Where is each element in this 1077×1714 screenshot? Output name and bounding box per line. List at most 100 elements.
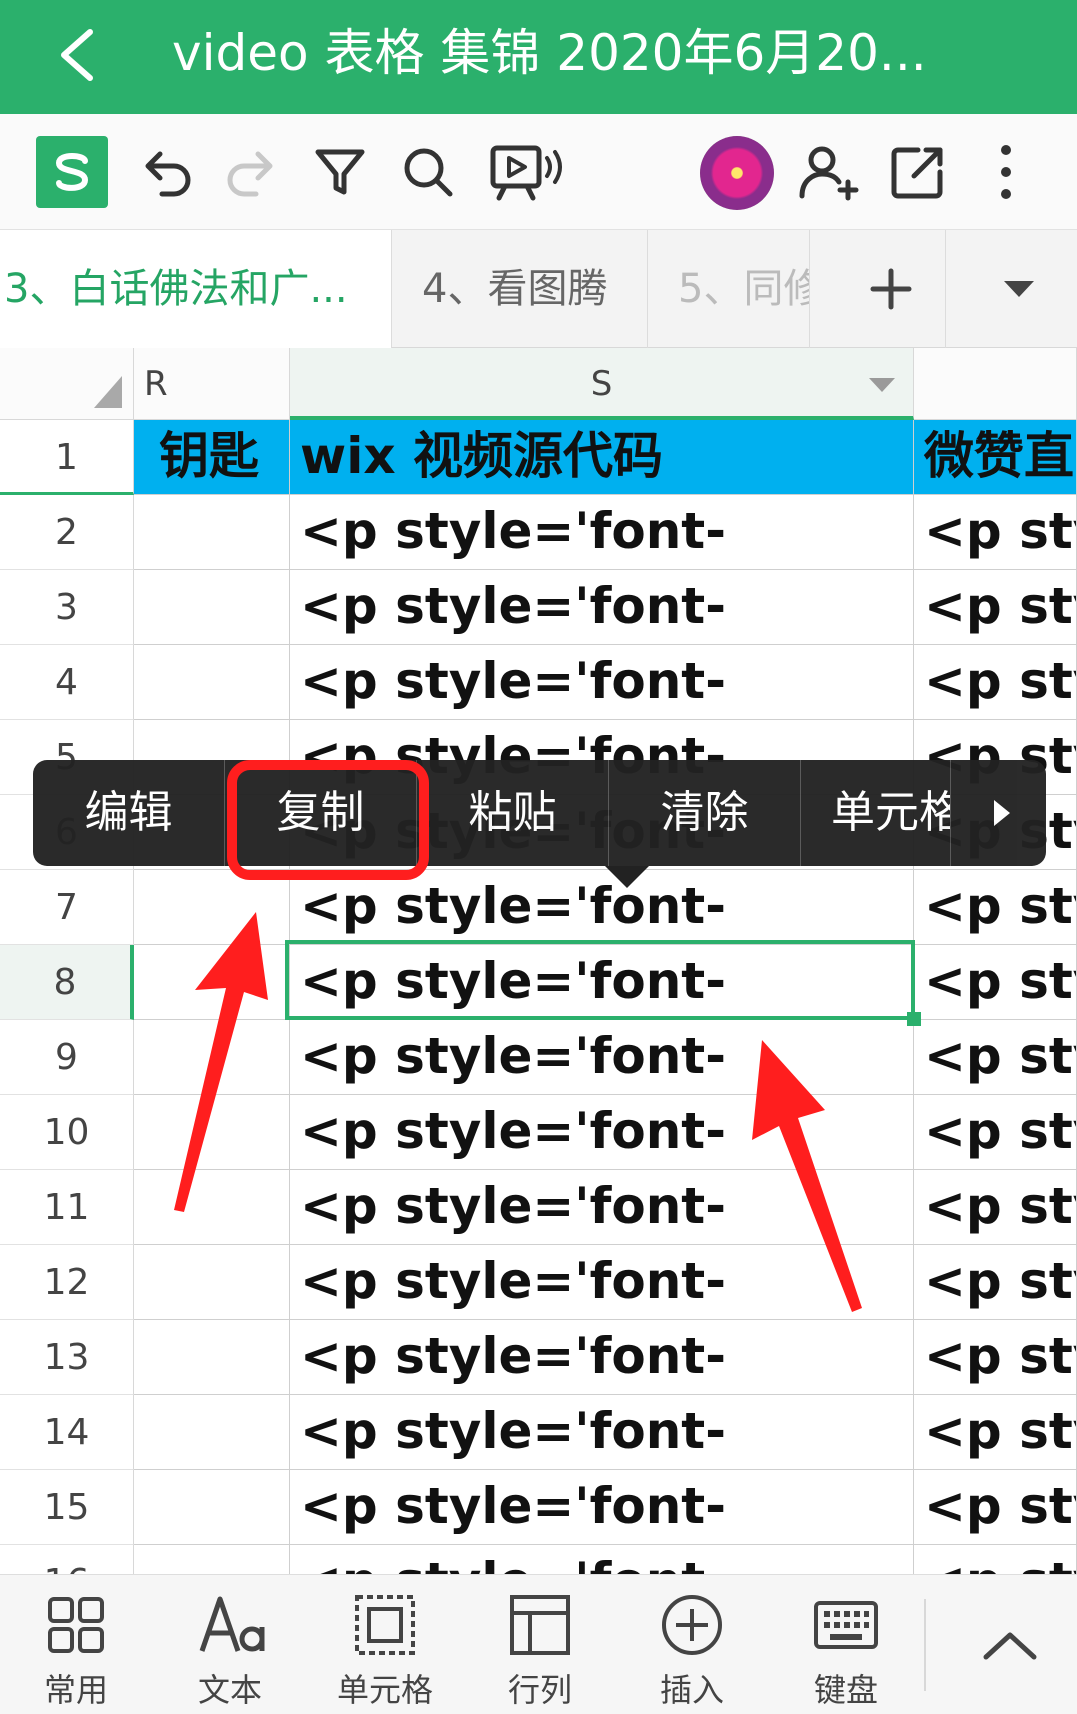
sheet-list-dropdown[interactable] xyxy=(960,230,1077,348)
table-cell[interactable]: <p style='font- xyxy=(290,1245,914,1320)
bottom-tab-keyboard[interactable]: 键盘 xyxy=(786,1575,906,1714)
spreadsheet-grid[interactable]: R S 1 钥匙 wix 视频源代码 微赞直 2 <p style='font- <p st… xyxy=(0,348,1077,1574)
table-cell[interactable]: <p sty xyxy=(914,570,1077,645)
row-header[interactable]: 1 xyxy=(0,420,134,495)
select-all-corner[interactable] xyxy=(0,348,134,420)
row-header[interactable]: 2 xyxy=(0,495,134,570)
table-cell[interactable]: wix 视频源代码 xyxy=(290,420,914,495)
row-header[interactable]: 9 xyxy=(0,1020,134,1095)
table-cell[interactable] xyxy=(134,1245,290,1320)
sheet-tab-3[interactable]: 3、白话佛法和广... xyxy=(0,230,392,348)
table-cell[interactable]: <p style='font- xyxy=(290,1545,914,1574)
table-cell[interactable]: <p sty xyxy=(914,945,1077,1020)
table-cell[interactable]: <p style='font- xyxy=(290,1395,914,1470)
table-cell[interactable] xyxy=(134,645,290,720)
table-cell[interactable]: <p style='font- xyxy=(290,495,914,570)
table-cell[interactable]: <p sty xyxy=(914,1170,1077,1245)
table-cell[interactable]: <p sty xyxy=(914,645,1077,720)
column-header-R[interactable]: R xyxy=(134,348,290,420)
selected-cell-border[interactable] xyxy=(285,940,915,1020)
context-menu: 编辑 复制 粘贴 清除 单元格 xyxy=(33,760,1046,866)
screencast-icon[interactable] xyxy=(482,136,572,208)
table-cell[interactable]: <p style='font- xyxy=(290,1320,914,1395)
table-cell[interactable]: <p sty xyxy=(914,1020,1077,1095)
table-cell[interactable] xyxy=(134,1395,290,1470)
table-cell[interactable]: <p sty xyxy=(914,495,1077,570)
menu-item-cell[interactable]: 单元格 xyxy=(801,760,951,866)
bottom-tab-cell[interactable]: 单元格 xyxy=(325,1575,445,1714)
table-cell[interactable] xyxy=(134,1020,290,1095)
menu-item-copy[interactable]: 复制 xyxy=(225,760,417,866)
table-cell[interactable]: <p style='font- xyxy=(290,645,914,720)
add-user-icon[interactable] xyxy=(790,136,866,208)
table-cell[interactable]: <p style='font- xyxy=(290,1470,914,1545)
table-cell[interactable]: <p style='font- xyxy=(290,1170,914,1245)
table-cell[interactable] xyxy=(134,1545,290,1574)
bottom-tab-common[interactable]: 常用 xyxy=(16,1575,136,1714)
table-cell[interactable]: <p style='font- xyxy=(290,870,914,945)
menu-item-paste[interactable]: 粘贴 xyxy=(417,760,609,866)
cell-format-icon xyxy=(355,1595,415,1655)
table-cell[interactable] xyxy=(134,1170,290,1245)
menu-next-arrow-icon[interactable] xyxy=(972,760,1032,866)
table-cell[interactable]: <p sty xyxy=(914,1320,1077,1395)
column-header-T[interactable] xyxy=(914,348,1077,420)
bottom-tab-text[interactable]: 文本 xyxy=(170,1575,290,1714)
row-header[interactable]: 13 xyxy=(0,1320,134,1395)
filter-icon[interactable] xyxy=(302,136,378,208)
row-header[interactable]: 12 xyxy=(0,1245,134,1320)
app-logo-icon[interactable] xyxy=(36,136,108,208)
row-header[interactable]: 11 xyxy=(0,1170,134,1245)
sheet-tab-5[interactable]: 5、同修 xyxy=(648,230,810,348)
table-cell[interactable] xyxy=(134,570,290,645)
row-header[interactable]: 15 xyxy=(0,1470,134,1545)
text-format-icon xyxy=(199,1596,265,1652)
table-cell[interactable]: <p sty xyxy=(914,1545,1077,1574)
column-header-S[interactable]: S xyxy=(290,348,914,420)
column-menu-chevron-icon[interactable] xyxy=(867,376,897,394)
row-header[interactable]: 16 xyxy=(0,1545,134,1574)
undo-icon[interactable] xyxy=(128,136,204,208)
avatar[interactable] xyxy=(700,136,774,210)
row-header[interactable]: 8 xyxy=(0,945,134,1020)
bottom-tab-insert[interactable]: 插入 xyxy=(632,1575,752,1714)
sheet-tabs: 3、白话佛法和广... 4、看图腾 5、同修 xyxy=(0,230,1077,348)
add-sheet-button[interactable] xyxy=(836,230,946,348)
table-cell[interactable]: <p style='font- xyxy=(290,570,914,645)
table-cell[interactable]: <p sty xyxy=(914,1095,1077,1170)
table-cell[interactable]: <p style='font- xyxy=(290,1095,914,1170)
row-header[interactable]: 4 xyxy=(0,645,134,720)
sheet-tab-4[interactable]: 4、看图腾 xyxy=(392,230,648,348)
table-cell[interactable] xyxy=(134,945,290,1020)
table-cell[interactable]: 钥匙 xyxy=(134,420,290,495)
row-header[interactable]: 14 xyxy=(0,1395,134,1470)
row-header[interactable]: 10 xyxy=(0,1095,134,1170)
table-cell[interactable]: <p sty xyxy=(914,870,1077,945)
keyboard-icon xyxy=(814,1601,878,1649)
table-cell[interactable]: <p sty xyxy=(914,1395,1077,1470)
redo-icon[interactable] xyxy=(214,136,290,208)
row-header[interactable]: 7 xyxy=(0,870,134,945)
table-cell[interactable]: <p sty xyxy=(914,1245,1077,1320)
grid-icon xyxy=(48,1597,104,1653)
table-cell[interactable] xyxy=(134,870,290,945)
expand-up-chevron-icon[interactable] xyxy=(960,1595,1060,1695)
menu-item-clear[interactable]: 清除 xyxy=(609,760,801,866)
row-header[interactable]: 3 xyxy=(0,570,134,645)
bottom-tab-rows-cols[interactable]: 行列 xyxy=(480,1575,600,1714)
table-cell[interactable] xyxy=(134,1320,290,1395)
back-icon[interactable] xyxy=(48,20,108,90)
table-cell[interactable]: <p style='font- xyxy=(290,1020,914,1095)
table-cell[interactable] xyxy=(134,495,290,570)
search-icon[interactable] xyxy=(390,136,466,208)
selection-handle[interactable] xyxy=(907,1012,921,1026)
table-cell[interactable]: 微赞直 xyxy=(914,420,1077,495)
insert-plus-icon xyxy=(662,1595,722,1655)
bottom-toolbar: 常用 文本 单元格 行列 插入 键盘 xyxy=(0,1574,1077,1714)
share-icon[interactable] xyxy=(880,136,956,208)
menu-item-edit[interactable]: 编辑 xyxy=(33,760,225,866)
table-cell[interactable] xyxy=(134,1470,290,1545)
more-icon[interactable] xyxy=(966,136,1046,208)
table-cell[interactable] xyxy=(134,1095,290,1170)
table-cell[interactable]: <p sty xyxy=(914,1470,1077,1545)
